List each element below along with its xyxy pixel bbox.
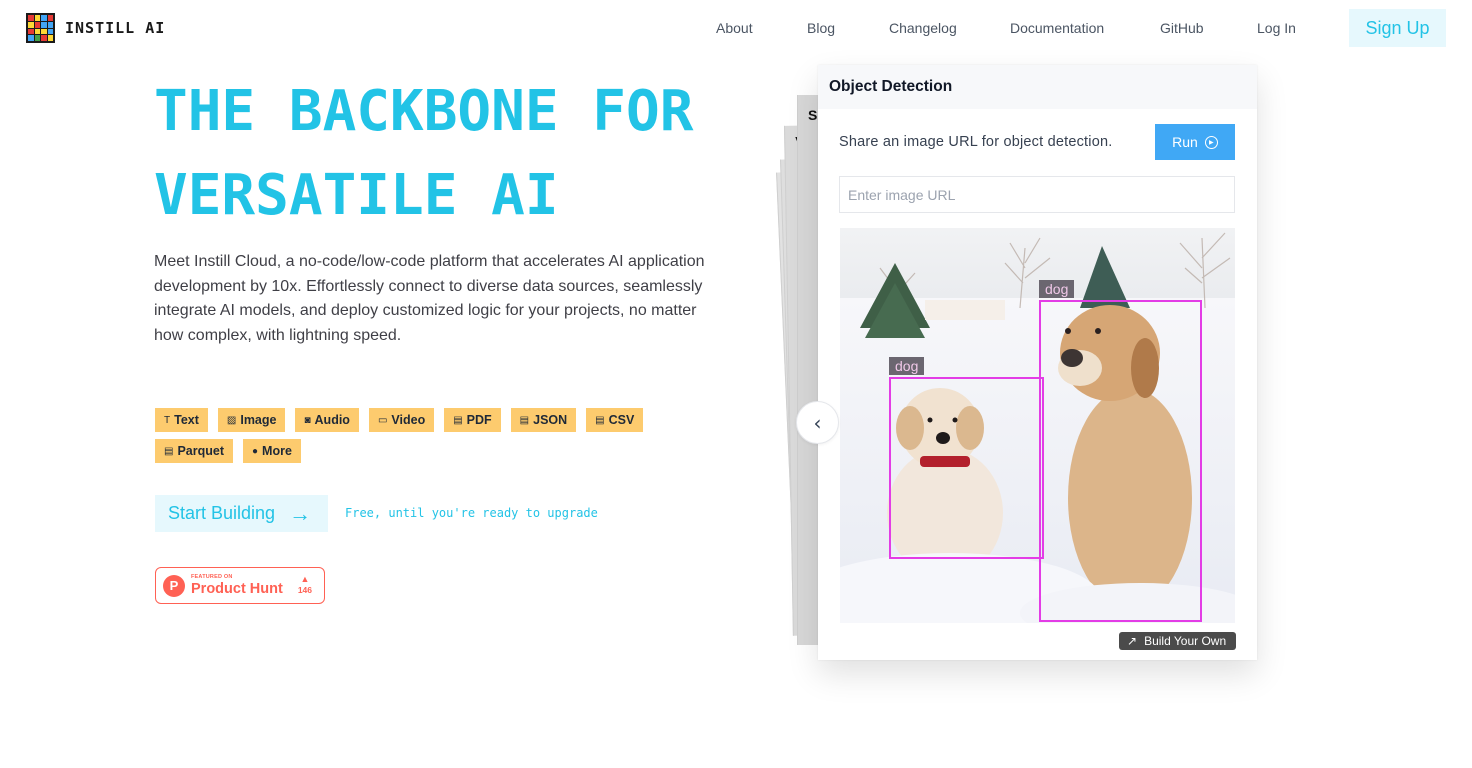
nav-login[interactable]: Log In (1257, 20, 1296, 36)
tag-label: Audio (314, 413, 350, 427)
detection-label: dog (889, 357, 925, 375)
run-button[interactable]: Run ▶ (1155, 124, 1235, 160)
tag-pdf[interactable]: ▤ PDF (444, 408, 501, 432)
build-your-own-label: Build Your Own (1144, 634, 1227, 648)
ph-votes-number: 146 (297, 584, 312, 595)
card-title: Object Detection (818, 65, 1257, 109)
run-label: Run (1172, 134, 1198, 150)
tag-label: Text (174, 413, 199, 427)
tag-label: Image (240, 413, 277, 427)
detection-result-image: dog dog (840, 228, 1235, 623)
play-circle-icon: ▶ (1204, 135, 1218, 149)
detection-label: dog (1039, 280, 1075, 298)
tag-image[interactable]: ▨ Image (217, 408, 286, 432)
file-icon: ▤ (164, 445, 174, 457)
tag-label: JSON (533, 413, 568, 427)
site-header: INSTILL AI About Blog Changelog Document… (0, 0, 1472, 56)
video-icon: ▭ (377, 414, 388, 426)
chevron-left-icon: ‹ (813, 410, 822, 435)
dot-icon: ● (252, 445, 259, 457)
hero-title: THE BACKBONE FOR VERSATILE AI (154, 70, 693, 238)
file-icon: ▤ (595, 414, 605, 426)
detection-box (1039, 300, 1202, 622)
hero-title-line-1: THE BACKBONE FOR (154, 79, 694, 144)
nav-github[interactable]: GitHub (1160, 20, 1204, 36)
card-prompt: Share an image URL for object detection. (839, 134, 1113, 150)
start-building-button[interactable]: Start Building → (155, 495, 328, 532)
tag-parquet[interactable]: ▤ Parquet (155, 439, 233, 463)
product-hunt-logo-icon: P (163, 574, 185, 597)
hero-title-line-2: VERSATILE AI (154, 163, 559, 228)
file-icon: ▤ (453, 414, 463, 426)
tag-label: CSV (608, 413, 635, 427)
object-detection-card: Object Detection Share an image URL for … (818, 65, 1257, 660)
tag-text[interactable]: T Text (155, 408, 208, 432)
audio-icon: ◙ (304, 414, 311, 426)
nav-documentation[interactable]: Documentation (1010, 20, 1104, 36)
tag-json[interactable]: ▤ JSON (510, 408, 577, 432)
logo[interactable]: INSTILL AI (26, 13, 165, 43)
tag-video[interactable]: ▭ Video (368, 408, 435, 432)
nav-blog[interactable]: Blog (807, 20, 835, 36)
tag-audio[interactable]: ◙ Audio (295, 408, 359, 432)
tag-label: More (262, 444, 292, 458)
text-icon: T (164, 414, 171, 426)
logo-icon (26, 13, 55, 43)
tag-label: Parquet (177, 444, 224, 458)
carousel-prev-button[interactable]: ‹ (796, 401, 839, 444)
file-icon: ▤ (519, 414, 530, 426)
image-url-input[interactable] (839, 176, 1235, 213)
tag-label: PDF (466, 413, 492, 427)
build-your-own-button[interactable]: ↗ Build Your Own (1119, 632, 1236, 650)
signup-button[interactable]: Sign Up (1349, 9, 1446, 47)
data-type-tags: T Text ▨ Image ◙ Audio ▭ Video ▤ PDF ▤ JSON ▤ C… (155, 408, 675, 463)
logo-text: INSTILL AI (65, 19, 166, 37)
tag-more[interactable]: ● More (243, 439, 301, 463)
hero-description: Meet Instill Cloud, a no-code/low-code p… (154, 253, 705, 344)
ph-name: Product Hunt (191, 581, 283, 597)
nav-changelog[interactable]: Changelog (889, 20, 957, 36)
start-building-label: Start Building (168, 503, 276, 523)
detection-box (889, 377, 1044, 559)
tag-csv[interactable]: ▤ CSV (586, 408, 644, 432)
tag-label: Video (391, 413, 426, 427)
pricing-note: Free, until you're ready to upgrade (345, 506, 598, 520)
arrow-right-icon: → (289, 500, 312, 526)
upvote-icon: ▲ (300, 574, 310, 584)
ph-featured-label: FEATURED ON (191, 573, 233, 580)
ph-vote-count: ▲ 146 (298, 574, 312, 595)
image-icon: ▨ (226, 414, 237, 426)
nav-about[interactable]: About (716, 20, 753, 36)
product-hunt-badge[interactable]: P FEATURED ON Product Hunt ▲ 146 (155, 567, 325, 604)
external-link-icon: ↗ (1127, 634, 1138, 648)
